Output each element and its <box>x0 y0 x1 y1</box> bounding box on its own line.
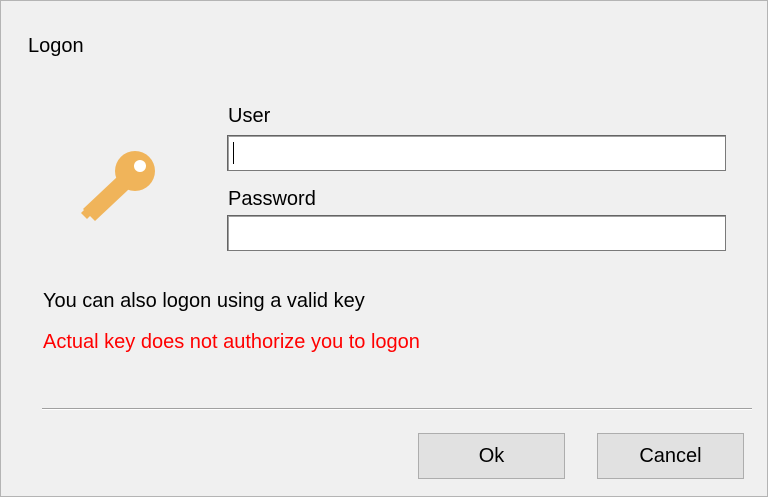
key-icon <box>81 151 155 221</box>
title-bar: Logon <box>1 1 767 86</box>
text-caret <box>233 142 234 164</box>
cancel-button[interactable]: Cancel <box>597 433 744 479</box>
key-logon-hint: You can also logon using a valid key <box>43 290 365 312</box>
password-input[interactable] <box>227 215 726 251</box>
separator <box>42 408 752 410</box>
user-label: User <box>228 105 271 127</box>
logon-dialog: Logon User Password You can also logon u… <box>0 0 768 497</box>
dialog-title: Logon <box>28 35 84 57</box>
ok-button[interactable]: Ok <box>418 433 565 479</box>
password-label: Password <box>228 188 316 210</box>
key-error-message: Actual key does not authorize you to log… <box>43 331 420 353</box>
user-input[interactable] <box>227 135 726 171</box>
